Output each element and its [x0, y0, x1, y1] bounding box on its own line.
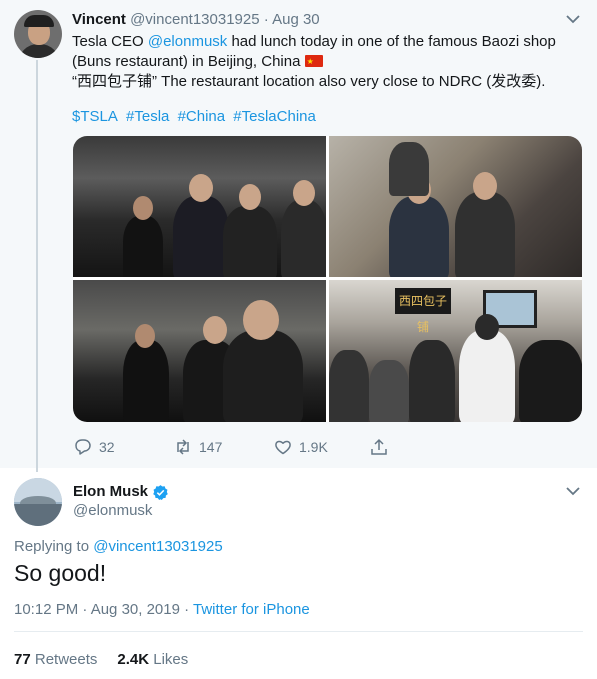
- verified-badge-icon: [152, 484, 169, 501]
- share-action[interactable]: [369, 436, 395, 458]
- chevron-down-icon[interactable]: [566, 12, 580, 27]
- likes-stat[interactable]: 2.4K Likes: [117, 651, 188, 668]
- like-icon: [273, 437, 293, 457]
- tweet-source-link[interactable]: Twitter for iPhone: [193, 601, 310, 618]
- tweet-photo[interactable]: [73, 280, 326, 422]
- vincent-avatar[interactable]: [14, 10, 62, 58]
- like-count: 1.9K: [299, 439, 328, 455]
- tweet-timestamp[interactable]: 10:12 PM · Aug 30, 2019: [14, 601, 180, 618]
- hashtag-link[interactable]: $TSLA: [72, 108, 118, 125]
- retweets-label: Retweets: [34, 651, 98, 668]
- share-icon: [369, 437, 389, 457]
- reply-action[interactable]: 32: [73, 436, 115, 458]
- photo-grid: 西四包子铺: [73, 136, 582, 422]
- replying-prefix: Replying to: [14, 538, 94, 555]
- tweet-photo[interactable]: 西四包子铺: [329, 280, 582, 422]
- parent-tweet-text: Tesla CEO @elonmusk had lunch today in o…: [72, 32, 572, 92]
- main-author-name[interactable]: Elon Musk: [73, 482, 148, 502]
- retweets-count: 77: [14, 651, 31, 668]
- parent-text-part: had lunch today in one of the famous Bao…: [227, 33, 556, 50]
- parent-author-handle[interactable]: @vincent13031925: [130, 11, 260, 28]
- retweet-action[interactable]: 147: [173, 436, 222, 458]
- parent-tweet-actions: 32 147 1.9K: [73, 436, 473, 458]
- tweet-photo[interactable]: [73, 136, 326, 277]
- replying-to-link[interactable]: @vincent13031925: [93, 538, 223, 555]
- timestamp-separator: ·: [179, 601, 194, 618]
- elonmusk-avatar[interactable]: [14, 478, 62, 526]
- china-flag-icon: [304, 52, 323, 72]
- hashtag-link[interactable]: #China: [178, 108, 226, 125]
- divider: [14, 631, 583, 632]
- hashtag-link[interactable]: #Tesla: [126, 108, 169, 125]
- parent-tweet-header: Vincent @vincent13031925 · Aug 30: [72, 10, 320, 30]
- parent-tweet-date[interactable]: Aug 30: [272, 11, 320, 28]
- parent-meta-separator: ·: [263, 11, 269, 28]
- restaurant-sign: 西四包子铺: [395, 288, 451, 334]
- main-tweet-text: So good!: [14, 560, 107, 586]
- parent-author-name[interactable]: Vincent: [72, 11, 126, 28]
- hashtag-link[interactable]: #TeslaChina: [233, 108, 316, 125]
- tweet-photo[interactable]: [329, 136, 582, 277]
- parent-text-part: Tesla CEO: [72, 33, 148, 50]
- retweet-count: 147: [199, 439, 223, 455]
- likes-count: 2.4K: [117, 651, 150, 668]
- main-author-name-row: Elon Musk: [73, 482, 169, 502]
- tweet-timestamp-row: 10:12 PM · Aug 30, 2019 · Twitter for iP…: [14, 600, 310, 620]
- like-action[interactable]: 1.9K: [273, 436, 328, 458]
- parent-text-part: “西四包子铺” The restaurant location also ver…: [72, 73, 546, 90]
- parent-text-part: (Buns restaurant) in Beijing, China: [72, 53, 305, 70]
- retweet-icon: [173, 437, 193, 457]
- thread-connector-line: [36, 60, 38, 472]
- main-author-handle[interactable]: @elonmusk: [73, 501, 152, 521]
- replying-to-line: Replying to @vincent13031925: [14, 537, 223, 557]
- likes-label: Likes: [153, 651, 189, 668]
- retweets-stat[interactable]: 77 Retweets: [14, 651, 97, 668]
- engagement-stats: 77 Retweets 2.4K Likes: [14, 650, 188, 670]
- reply-count: 32: [99, 439, 115, 455]
- chevron-down-icon[interactable]: [566, 484, 580, 499]
- parent-tweet[interactable]: Vincent @vincent13031925 · Aug 30 Tesla …: [0, 0, 597, 472]
- hashtag-list: $TSLA #Tesla #China #TeslaChina: [72, 107, 320, 127]
- reply-icon: [73, 437, 93, 457]
- mention-link[interactable]: @elonmusk: [148, 33, 227, 50]
